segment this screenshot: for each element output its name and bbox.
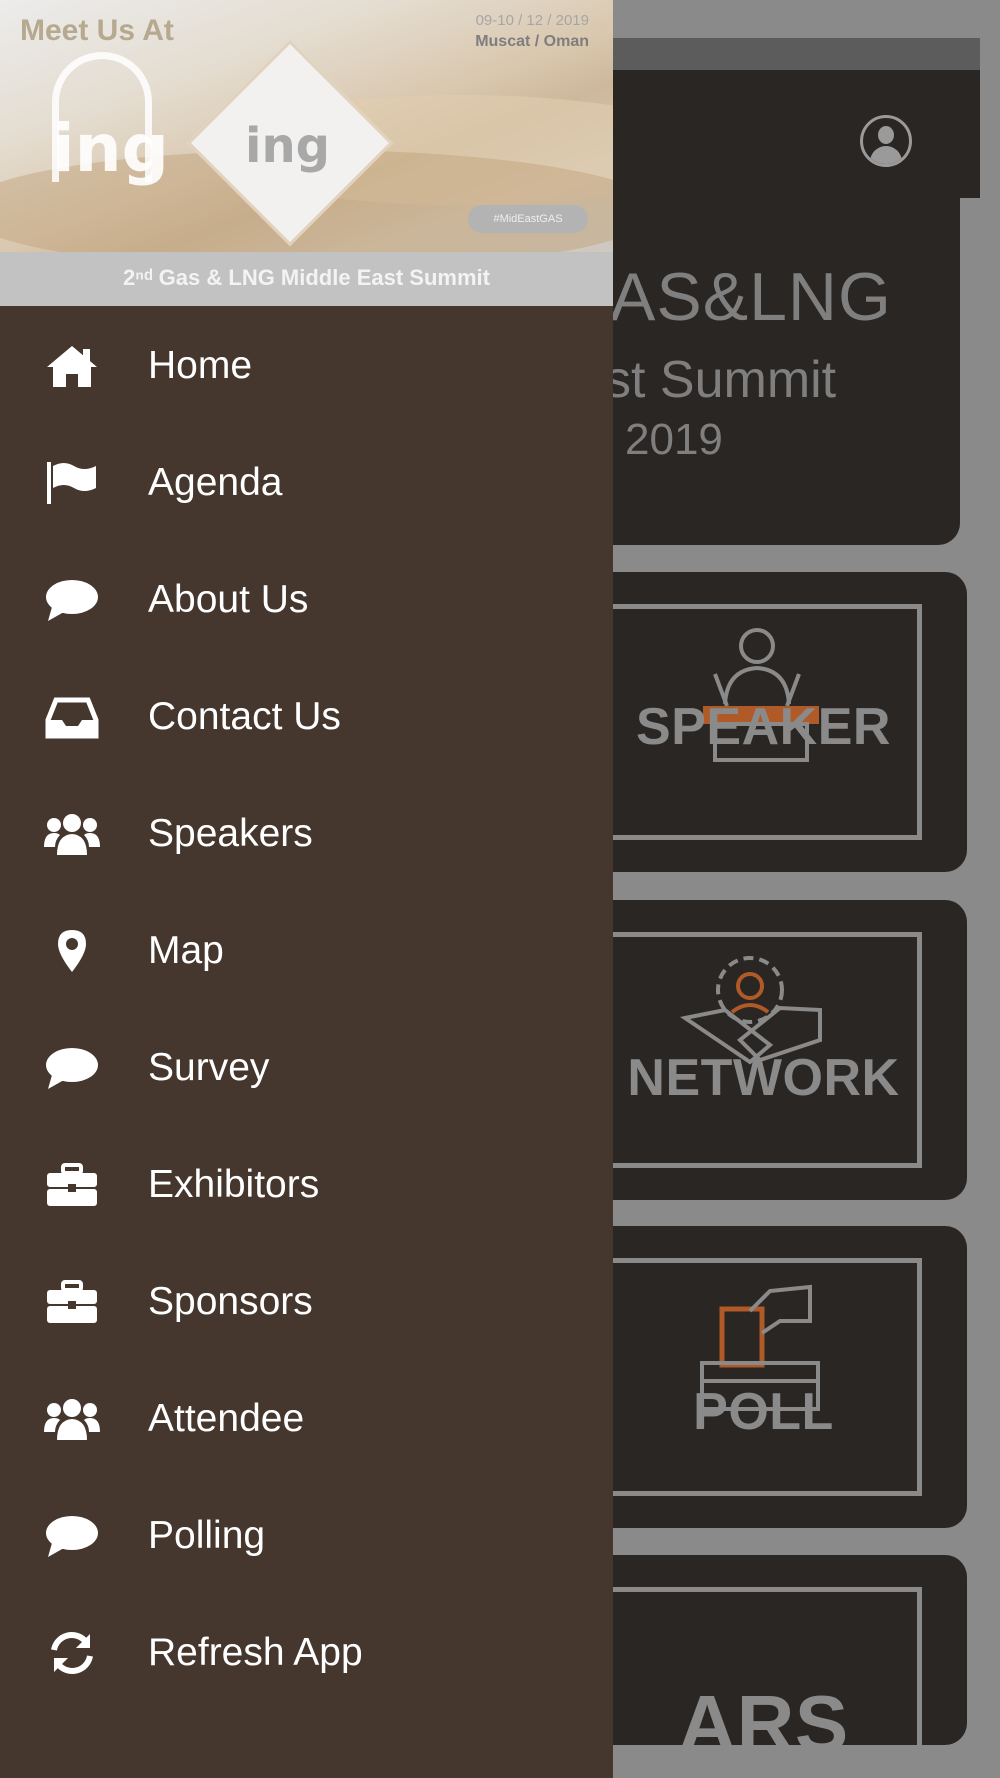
- profile-icon[interactable]: [860, 115, 912, 167]
- users-icon: [44, 814, 100, 855]
- refresh-icon: [51, 1632, 93, 1674]
- menu-item-label: Agenda: [148, 461, 283, 504]
- menu-item-home[interactable]: Home: [0, 307, 613, 424]
- poll-card[interactable]: POLL: [560, 1226, 967, 1528]
- menu-item-label: About Us: [148, 578, 309, 621]
- status-strip: [610, 38, 980, 72]
- menu-item-label: Contact Us: [148, 695, 341, 738]
- app-top-bar: [610, 70, 980, 198]
- network-card[interactable]: NETWORK: [560, 900, 967, 1200]
- menu-item-refresh-app[interactable]: Refresh App: [0, 1594, 613, 1711]
- menu-item-label: Map: [148, 929, 224, 972]
- home-icon: [47, 346, 97, 387]
- hashtag-badge: #MidEastGAS: [468, 205, 588, 233]
- navigation-drawer: Meet Us At 09-10 / 12 / 2019 Muscat / Om…: [0, 0, 613, 1778]
- menu-item-contact-us[interactable]: Contact Us: [0, 658, 613, 775]
- drawer-header-banner: Meet Us At 09-10 / 12 / 2019 Muscat / Om…: [0, 0, 613, 306]
- menu-item-label: Sponsors: [148, 1280, 313, 1323]
- speaker-card[interactable]: SPEAKER: [560, 572, 967, 872]
- menu-item-about-us[interactable]: About Us: [0, 541, 613, 658]
- flag-icon: [47, 462, 96, 504]
- comment-icon: [46, 1516, 98, 1557]
- menu-item-polling[interactable]: Polling: [0, 1477, 613, 1594]
- speaker-card-label: SPEAKER: [636, 698, 891, 756]
- menu-item-agenda[interactable]: Agenda: [0, 424, 613, 541]
- menu-item-label: Survey: [148, 1046, 270, 1089]
- comment-icon: [46, 1048, 98, 1089]
- menu-item-attendee[interactable]: Attendee: [0, 1360, 613, 1477]
- more-card[interactable]: ARS: [560, 1555, 967, 1768]
- menu-item-sponsors[interactable]: Sponsors: [0, 1243, 613, 1360]
- banner-year: 2019: [625, 415, 723, 464]
- users-icon: [44, 1399, 100, 1440]
- menu-item-speakers[interactable]: Speakers: [0, 775, 613, 892]
- menu-item-survey[interactable]: Survey: [0, 1009, 613, 1126]
- event-location: Muscat / Oman: [475, 33, 589, 50]
- logo-text-small: ing: [245, 118, 330, 174]
- poll-card-label: POLL: [693, 1383, 834, 1441]
- meet-us-text: Meet Us At: [20, 14, 174, 47]
- briefcase-icon: [47, 1280, 97, 1323]
- banner-subtitle: st Summit: [605, 351, 837, 409]
- comment-icon: [46, 580, 98, 621]
- summit-caption: 2ⁿᵈ Gas & LNG Middle East Summit: [123, 265, 490, 290]
- event-date: 09-10 / 12 / 2019: [475, 12, 589, 29]
- more-card-label: ARS: [678, 1679, 849, 1768]
- menu-item-exhibitors[interactable]: Exhibitors: [0, 1126, 613, 1243]
- briefcase-icon: [47, 1163, 97, 1206]
- logo-text: ing: [52, 110, 169, 187]
- map-marker-icon: [58, 930, 86, 972]
- menu-item-label: Polling: [148, 1514, 266, 1557]
- menu-item-map[interactable]: Map: [0, 892, 613, 1009]
- menu-item-label: Exhibitors: [148, 1163, 320, 1206]
- menu-item-label: Speakers: [148, 812, 313, 855]
- menu-item-label: Home: [148, 344, 253, 387]
- banner-title: AS&LNG: [610, 259, 892, 335]
- menu-item-label: Refresh App: [148, 1631, 363, 1674]
- inbox-icon: [45, 697, 99, 739]
- network-card-label: NETWORK: [627, 1049, 900, 1107]
- menu-item-label: Attendee: [148, 1397, 305, 1440]
